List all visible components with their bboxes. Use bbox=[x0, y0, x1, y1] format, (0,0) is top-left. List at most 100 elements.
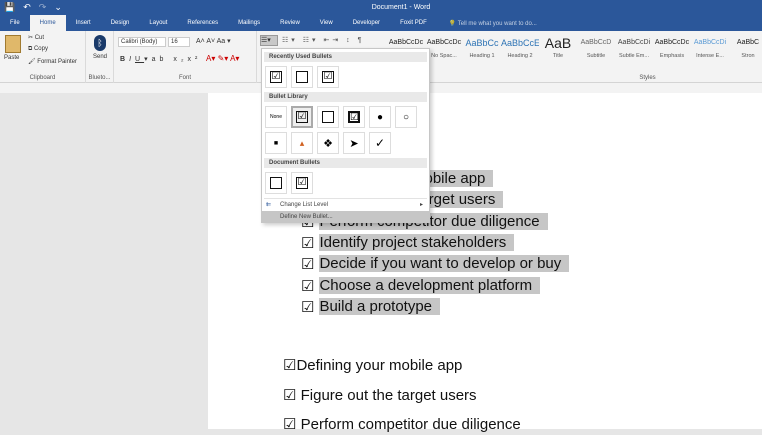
style-no-spac-[interactable]: AaBbCcDc No Spac... bbox=[425, 36, 463, 59]
tab-home[interactable]: Home bbox=[29, 15, 66, 31]
font-name-select[interactable]: Calibri (Body) bbox=[118, 37, 166, 47]
list-item[interactable]: ☑ Build a prototype bbox=[301, 296, 441, 317]
style-intense-e-[interactable]: AaBbCcDi Intense E... bbox=[691, 36, 729, 59]
bluetooth-label: Blueto... bbox=[88, 75, 111, 81]
format-painter-button[interactable]: 🖌 Format Painter bbox=[28, 58, 77, 65]
style-subtitle[interactable]: AaBbCcD Subtitle bbox=[577, 36, 615, 59]
bullet-picture[interactable]: ▴ bbox=[291, 132, 313, 154]
style-name: Subtitle bbox=[586, 53, 606, 59]
change-list-level-item[interactable]: ⇇ Change List Level ▸ bbox=[262, 199, 429, 211]
tab-file[interactable]: File bbox=[0, 15, 30, 31]
copy-button[interactable]: ⧉ Copy bbox=[28, 46, 48, 53]
grow-shrink-font-icon[interactable]: A˄ A˅ Aa ▾ bbox=[196, 37, 231, 45]
bullet-checkbox-empty[interactable] bbox=[265, 172, 287, 194]
list-item-text: Choose a development platform bbox=[319, 276, 541, 294]
style-preview: AaBbC bbox=[736, 39, 760, 46]
document-bullets-header: Document Bullets bbox=[264, 158, 427, 168]
tab-insert[interactable]: Insert bbox=[66, 15, 101, 31]
list-item[interactable]: ☑ Identify project stakeholders bbox=[301, 232, 515, 253]
checked-box-icon: ☑ bbox=[348, 111, 360, 123]
style-heading-1[interactable]: AaBbCc Heading 1 bbox=[463, 36, 501, 59]
tab-layout[interactable]: Layout bbox=[139, 15, 177, 31]
style-title[interactable]: AaB Title bbox=[539, 36, 577, 59]
tell-me-text: Tell me what you want to do... bbox=[457, 20, 537, 27]
paragraph-tools-icon[interactable]: ☷▾ ☷▾ ⇤⇥ ↕ ¶ bbox=[282, 36, 364, 44]
style-preview: AaBbCcDc bbox=[654, 39, 690, 46]
list-item[interactable]: ☑ Figure out the target users bbox=[283, 385, 477, 406]
tell-me-input[interactable]: 💡 Tell me what you want to do... bbox=[449, 20, 537, 27]
bullet-filled-circle[interactable]: ● bbox=[369, 106, 391, 128]
bullet-none[interactable]: None bbox=[265, 106, 287, 128]
checkbox-bullet-icon: ☑ bbox=[283, 416, 297, 433]
clipboard-group: Paste ✂ Cut ⧉ Copy 🖌 Format Painter Clip… bbox=[0, 31, 86, 83]
font-color-icon[interactable]: A▾ ✎▾ A▾ bbox=[206, 54, 239, 63]
bullet-filled-square[interactable]: ■ bbox=[265, 132, 287, 154]
list-item-text: Figure out the target users bbox=[300, 386, 477, 404]
list-item-text: Decide if you want to develop or buy bbox=[319, 255, 570, 273]
bullet-checkbox-checked[interactable]: ☑ bbox=[265, 66, 287, 88]
checkbox-bullet-icon: ☑ bbox=[301, 234, 315, 252]
bluetooth-icon[interactable]: ᛒ bbox=[94, 35, 106, 51]
style-subtle-em-[interactable]: AaBbCcDi Subtle Em... bbox=[615, 36, 653, 59]
font-size-select[interactable]: 16 bbox=[168, 37, 190, 47]
bullet-checkbox-checked-bold[interactable]: ☑ bbox=[343, 106, 365, 128]
style-preview: AaB bbox=[544, 36, 572, 51]
empty-box-icon bbox=[296, 71, 308, 83]
bullet-checkmark[interactable]: ✓ bbox=[369, 132, 391, 154]
bullet-diamond-dots[interactable]: ❖ bbox=[317, 132, 339, 154]
checkbox-bullet-icon: ☑ bbox=[301, 256, 315, 274]
submenu-arrow-icon: ▸ bbox=[419, 202, 423, 208]
checkbox-bullet-icon: ☑ bbox=[283, 357, 297, 374]
format-painter-label: Format Painter bbox=[37, 59, 77, 65]
list-item[interactable]: ☑Defining your mobile app bbox=[283, 355, 462, 376]
style-preview: AaBbCcDi bbox=[693, 39, 727, 46]
checked-box-icon: ☑ bbox=[322, 71, 334, 83]
bullet-checkbox-empty[interactable] bbox=[317, 106, 339, 128]
style-stron[interactable]: AaBbC Stron bbox=[729, 36, 762, 59]
checkbox-bullet-icon: ☑ bbox=[301, 298, 315, 316]
ribbon-tabs: File Home Insert Design Layout Reference… bbox=[0, 15, 762, 31]
tab-review[interactable]: Review bbox=[270, 15, 310, 31]
recent-bullets-header: Recently Used Bullets bbox=[264, 52, 427, 62]
tab-foxit-pdf[interactable]: Foxit PDF bbox=[390, 15, 437, 31]
styles-gallery: AaBbCcDcNormalAaBbCcDcNo Spac...AaBbCcHe… bbox=[387, 36, 762, 59]
bluetooth-group: ᛒ Send Blueto... bbox=[86, 31, 114, 83]
bullet-hollow-circle[interactable]: ○ bbox=[395, 106, 417, 128]
style-preview: AaBbCcD bbox=[580, 39, 612, 46]
font-label: Font bbox=[178, 75, 191, 81]
list-item[interactable]: ☑ Choose a development platform bbox=[301, 275, 541, 296]
bullet-checkbox-checked-selected[interactable]: ☑ bbox=[291, 106, 313, 128]
clipboard-label: Clipboard bbox=[29, 75, 56, 81]
bullet-checkbox-checked[interactable]: ☑ bbox=[291, 172, 313, 194]
format-buttons-icon[interactable]: BIU▾ab x₂x² bbox=[120, 55, 201, 63]
tab-developer[interactable]: Developer bbox=[343, 15, 390, 31]
send-button[interactable]: Send bbox=[93, 54, 107, 60]
define-new-bullet-item[interactable]: Define New Bullet... bbox=[262, 211, 429, 223]
styles-label: Styles bbox=[639, 75, 656, 81]
font-group: Calibri (Body) 16 A˄ A˅ Aa ▾ BIU▾ab x₂x²… bbox=[114, 31, 257, 83]
style-emphasis[interactable]: AaBbCcDc Emphasis bbox=[653, 36, 691, 59]
paste-button[interactable]: Paste bbox=[4, 55, 19, 61]
bullet-checkbox-empty[interactable] bbox=[291, 66, 313, 88]
document-title: Document1 - Word bbox=[371, 4, 431, 11]
list-item-text: Perform competitor due diligence bbox=[300, 416, 521, 433]
bullet-library-header: Bullet Library bbox=[264, 92, 427, 102]
list-item[interactable]: ☑ Decide if you want to develop or buy bbox=[301, 253, 570, 274]
cut-label: Cut bbox=[34, 35, 45, 41]
tab-mailings[interactable]: Mailings bbox=[228, 15, 270, 31]
style-heading-2[interactable]: AaBbCcE Heading 2 bbox=[501, 36, 539, 59]
list-item[interactable]: ☑ Perform competitor due diligence bbox=[283, 414, 521, 435]
style-name: Heading 1 bbox=[469, 53, 495, 59]
tab-view[interactable]: View bbox=[310, 15, 343, 31]
list-item-text: Identify project stakeholders bbox=[319, 233, 515, 251]
style-preview: AaBbCcDi bbox=[617, 39, 651, 46]
bullet-arrowhead[interactable]: ➤ bbox=[343, 132, 365, 154]
bullet-checkbox-checked[interactable]: ☑ bbox=[317, 66, 339, 88]
cut-button[interactable]: ✂ Cut bbox=[28, 34, 44, 41]
bullets-button[interactable]: ☰▾ bbox=[260, 35, 278, 46]
tab-design[interactable]: Design bbox=[101, 15, 140, 31]
indent-icon: ⇇ bbox=[266, 202, 272, 208]
styles-group: AaBbCcDcNormalAaBbCcDcNo Spac...AaBbCcHe… bbox=[383, 31, 762, 83]
change-list-level-label: Change List Level bbox=[280, 202, 329, 208]
tab-references[interactable]: References bbox=[177, 15, 228, 31]
